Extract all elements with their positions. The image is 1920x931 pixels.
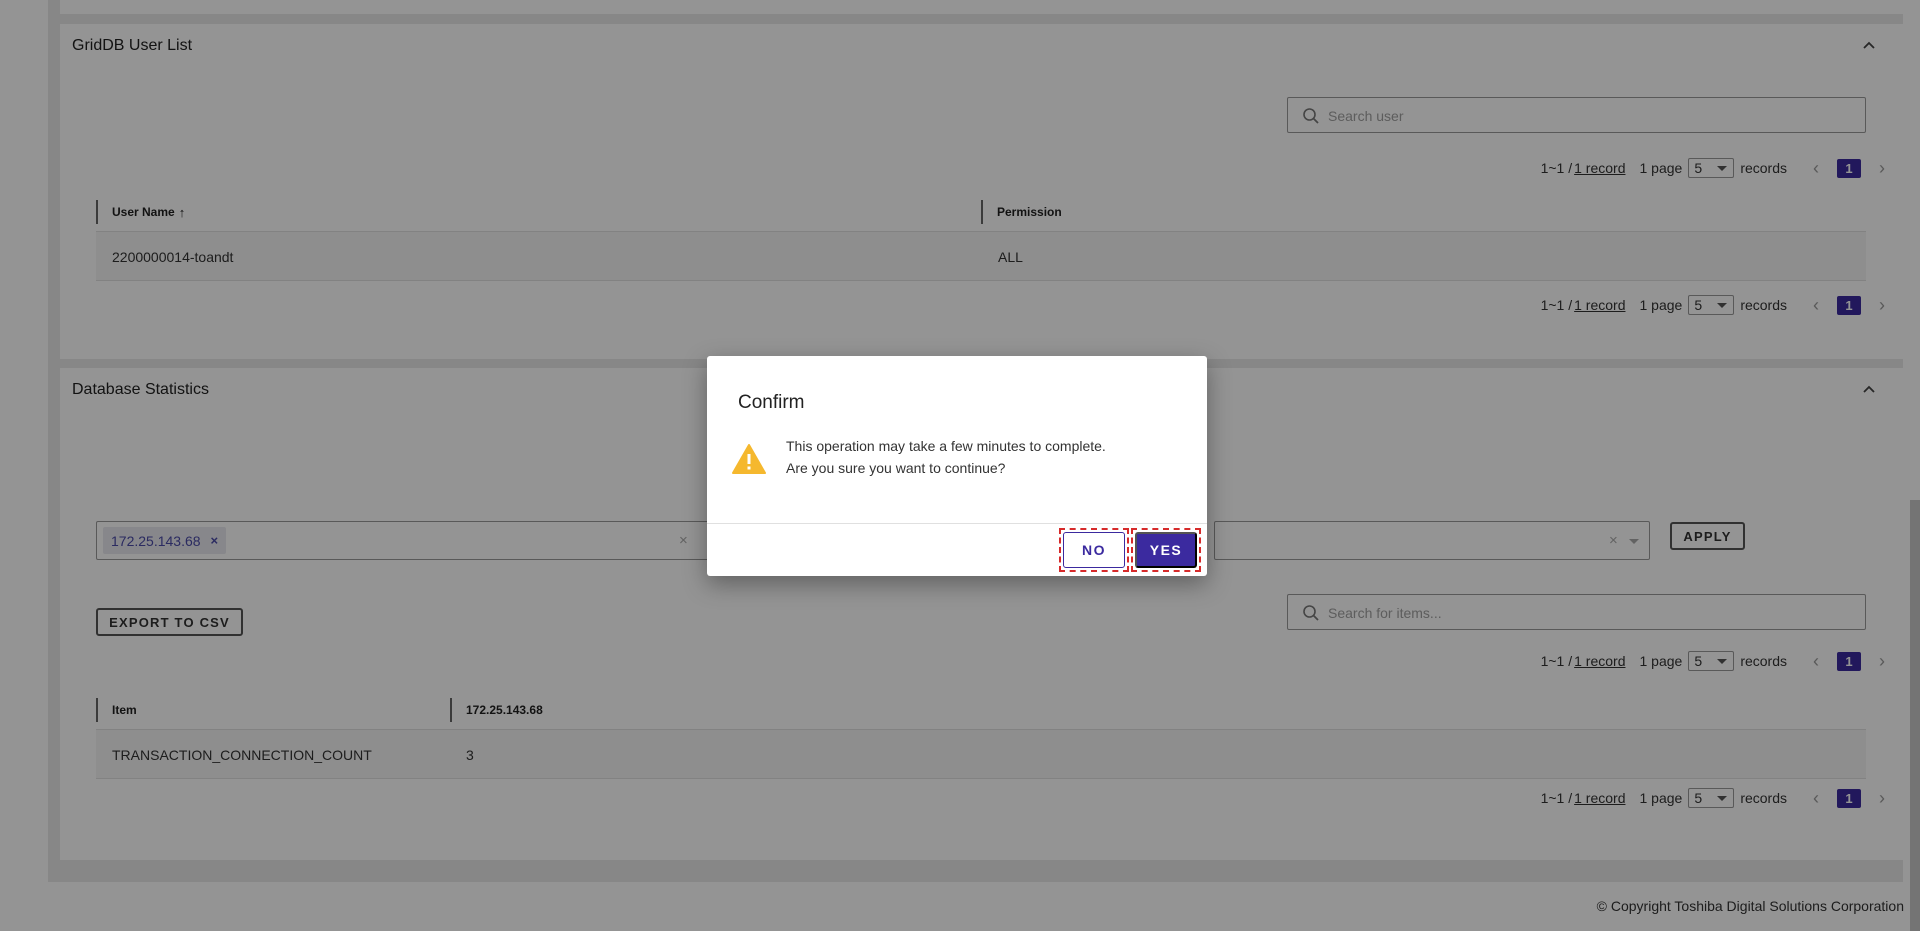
dialog-divider — [707, 523, 1207, 524]
dialog-message-line1: This operation may take a few minutes to… — [786, 438, 1106, 454]
no-button[interactable]: NO — [1063, 532, 1125, 568]
dialog-message-line2: Are you sure you want to continue? — [786, 460, 1006, 476]
dialog-title: Confirm — [738, 392, 805, 413]
yes-button[interactable]: YES — [1135, 532, 1197, 568]
confirm-dialog: Confirm This operation may take a few mi… — [707, 356, 1207, 576]
warning-icon — [731, 443, 767, 475]
